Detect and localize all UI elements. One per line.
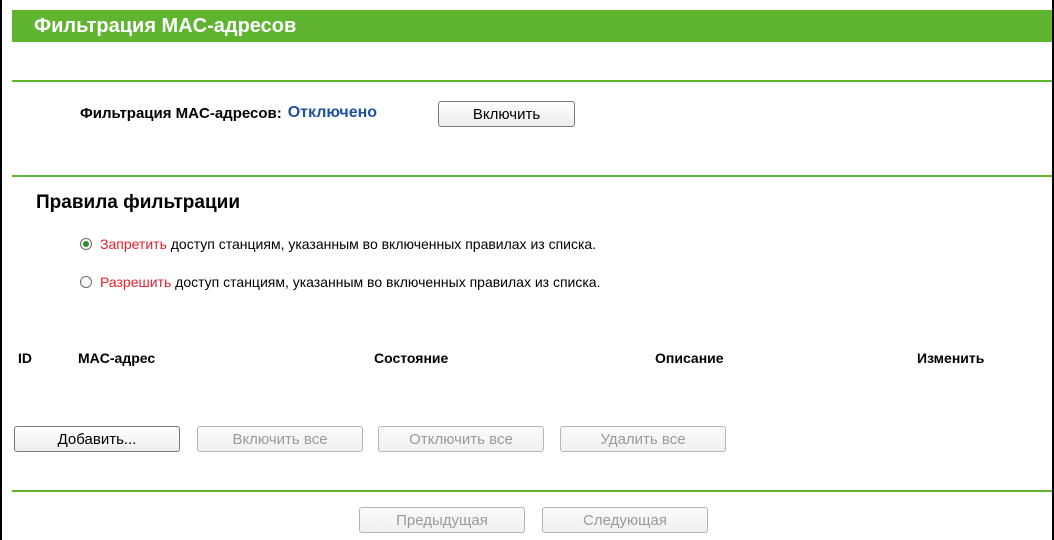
prev-page-button[interactable]: Предыдущая: [359, 507, 525, 533]
rule-allow-option[interactable]: Разрешить доступ станциям, указанным во …: [80, 274, 600, 290]
rule-deny-option[interactable]: Запретить доступ станциям, указанным во …: [80, 236, 596, 252]
divider-status: [12, 175, 1052, 177]
column-header-mac: MAC-адрес: [78, 350, 156, 366]
allow-highlight: Разрешить: [100, 274, 172, 290]
allow-radio[interactable]: [80, 276, 92, 288]
filter-status: Фильтрация MAC-адресов: Отключено: [80, 104, 377, 122]
page-frame: Фильтрация MAC-адресов Фильтрация MAC-ад…: [0, 0, 1054, 540]
page-title: Фильтрация MAC-адресов: [12, 10, 1052, 42]
delete-all-button[interactable]: Удалить все: [560, 426, 726, 452]
allow-text: доступ станциям, указанным во включенных…: [171, 274, 601, 290]
column-header-status: Состояние: [374, 350, 449, 366]
next-page-button[interactable]: Следующая: [542, 507, 708, 533]
deny-radio[interactable]: [80, 238, 92, 250]
column-header-description: Описание: [655, 350, 724, 366]
filter-status-label: Фильтрация MAC-адресов:: [80, 104, 282, 122]
column-header-id: ID: [18, 350, 32, 366]
enable-filter-button[interactable]: Включить: [438, 101, 575, 127]
deny-text: доступ станциям, указанным во включенных…: [166, 236, 597, 252]
enable-all-button[interactable]: Включить все: [197, 426, 363, 452]
deny-highlight: Запретить: [100, 236, 167, 252]
divider-top: [12, 80, 1052, 82]
rules-title: Правила фильтрации: [36, 192, 241, 213]
add-button[interactable]: Добавить...: [14, 426, 180, 452]
disable-all-button[interactable]: Отключить все: [378, 426, 544, 452]
column-header-edit: Изменить: [917, 350, 985, 366]
filter-status-value: Отключено: [287, 104, 378, 121]
divider-bottom: [12, 490, 1052, 492]
